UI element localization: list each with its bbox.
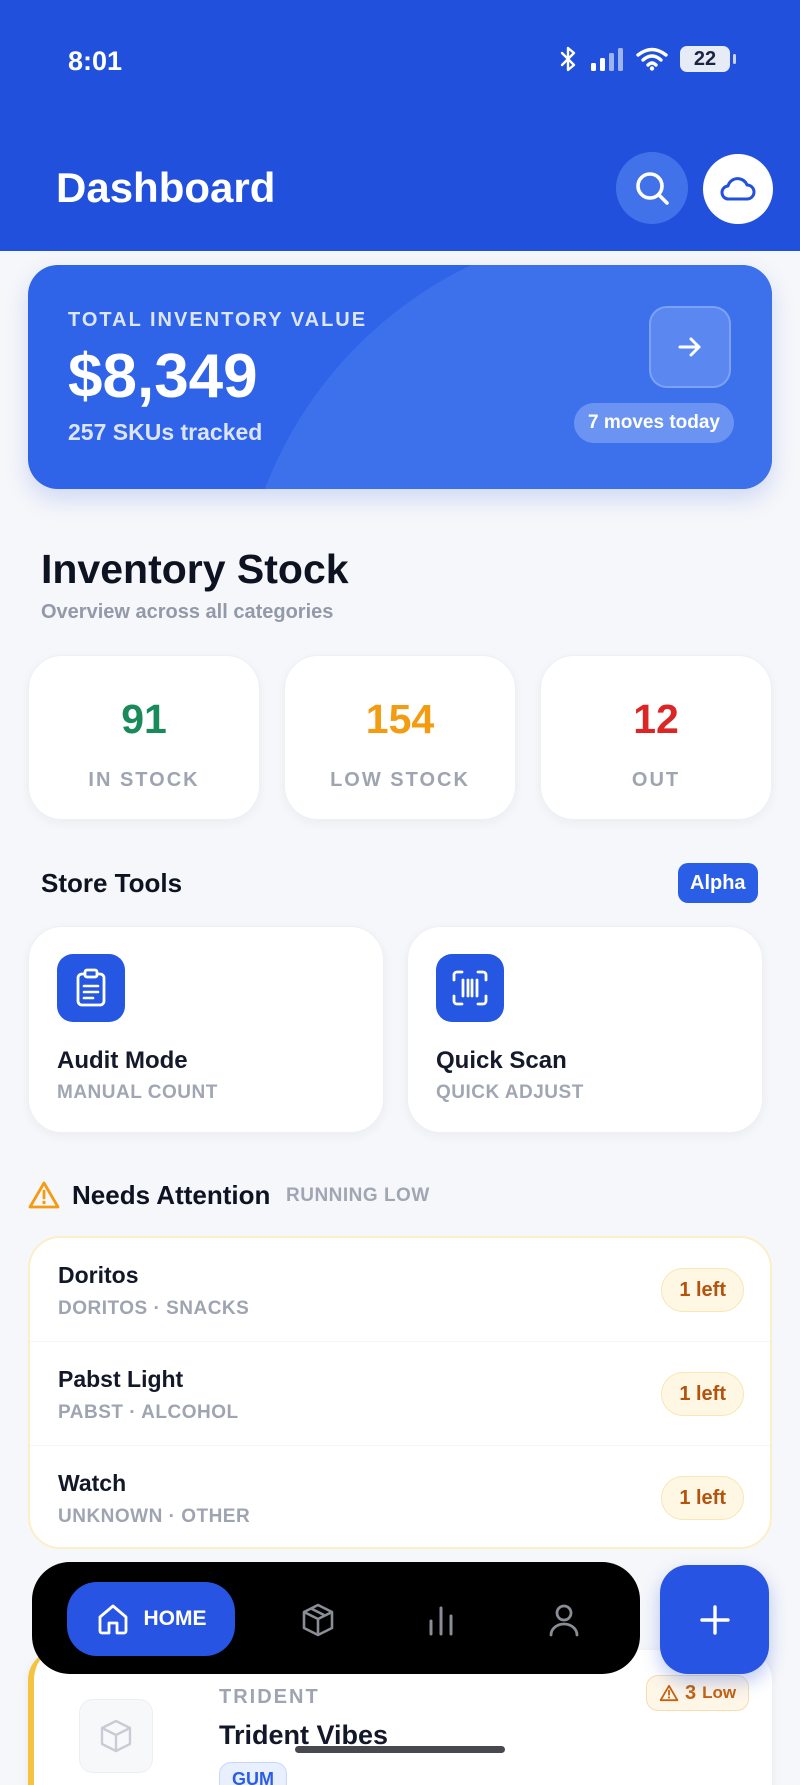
clipboard-icon	[76, 968, 106, 1007]
inventory-value-card[interactable]: TOTAL INVENTORY VALUE $8,349 257 SKUs tr…	[28, 265, 772, 489]
stock-left-badge: 1 left	[661, 1372, 744, 1416]
warning-icon	[28, 1181, 60, 1209]
item-meta: UNKNOWN · OTHER	[58, 1506, 251, 1527]
item-meta: DORITOS · SNACKS	[58, 1298, 250, 1319]
app-header: 8:01 22 Dashboard	[0, 0, 800, 251]
needs-attention-list: Doritos DORITOS · SNACKS 1 left Pabst Li…	[28, 1236, 772, 1549]
product-brand: TRIDENT	[219, 1686, 320, 1708]
running-low-tag: RUNNING LOW	[286, 1185, 430, 1206]
stock-left-badge: 1 left	[661, 1476, 744, 1520]
low-stock-count: 3	[685, 1681, 697, 1704]
skus-tracked: 257 SKUs tracked	[68, 419, 263, 445]
chart-icon	[429, 1606, 453, 1636]
profile-icon	[549, 1604, 579, 1637]
box-icon	[302, 1603, 334, 1637]
tool-subtitle: QUICK ADJUST	[436, 1082, 584, 1103]
stat-value: 154	[365, 696, 435, 742]
stock-left-badge: 1 left	[661, 1268, 744, 1312]
nav-profile[interactable]	[544, 1600, 584, 1640]
page-title: Dashboard	[56, 164, 276, 211]
plus-icon	[699, 1604, 730, 1635]
stat-in-stock[interactable]: 91 IN STOCK	[28, 655, 260, 820]
search-icon	[636, 172, 669, 205]
list-item[interactable]: Watch UNKNOWN · OTHER 1 left	[30, 1446, 770, 1547]
audit-mode-button[interactable]: Audit Mode MANUAL COUNT	[28, 926, 384, 1133]
item-name: Doritos	[58, 1262, 139, 1288]
bottom-nav: HOME	[32, 1562, 640, 1674]
nav-home[interactable]: HOME	[67, 1582, 235, 1656]
box-icon	[100, 1719, 132, 1753]
list-item[interactable]: Doritos DORITOS · SNACKS 1 left	[30, 1238, 770, 1342]
inventory-value: $8,349	[68, 342, 258, 411]
bluetooth-icon	[560, 46, 576, 72]
tool-icon-box	[436, 954, 504, 1022]
wifi-icon	[636, 47, 668, 71]
stat-label: IN STOCK	[88, 769, 200, 791]
home-icon	[98, 1604, 127, 1635]
nav-home-label: HOME	[143, 1607, 207, 1630]
home-indicator[interactable]	[295, 1746, 505, 1753]
stat-low-stock[interactable]: 154 LOW STOCK	[284, 655, 516, 820]
signal-icon	[591, 48, 623, 71]
tool-name: Audit Mode	[57, 1047, 188, 1074]
barcode-scan-icon	[452, 970, 488, 1006]
cloud-icon	[720, 177, 756, 201]
arrow-right-icon	[678, 337, 701, 357]
inventory-stock-title: Inventory Stock	[41, 546, 349, 592]
stat-value: 91	[121, 696, 167, 742]
stat-label: LOW STOCK	[330, 769, 470, 791]
list-item[interactable]: Pabst Light PABST · ALCOHOL 1 left	[30, 1342, 770, 1446]
product-category-tag: GUM	[219, 1762, 287, 1785]
tool-icon-box	[57, 954, 125, 1022]
battery-indicator: 22	[680, 46, 736, 72]
status-icons: 22	[558, 46, 736, 72]
nav-reports[interactable]	[421, 1600, 461, 1640]
item-meta: PABST · ALCOHOL	[58, 1402, 239, 1423]
low-stock-word: Low	[702, 1683, 737, 1702]
quick-scan-button[interactable]: Quick Scan QUICK ADJUST	[407, 926, 763, 1133]
inventory-value-label: TOTAL INVENTORY VALUE	[68, 309, 368, 331]
tool-name: Quick Scan	[436, 1047, 567, 1074]
stat-value: 12	[633, 696, 679, 742]
low-stock-badge: 3 Low	[646, 1675, 750, 1711]
item-name: Watch	[58, 1470, 127, 1496]
product-thumbnail	[79, 1699, 153, 1773]
nav-inventory[interactable]	[298, 1600, 338, 1640]
open-inventory-button[interactable]	[649, 306, 731, 388]
stat-out[interactable]: 12 OUT	[540, 655, 772, 820]
alpha-badge: Alpha	[678, 863, 758, 903]
stat-label: OUT	[631, 769, 681, 791]
needs-attention-title: Needs Attention	[72, 1180, 271, 1210]
tool-subtitle: MANUAL COUNT	[57, 1082, 218, 1103]
store-tools-title: Store Tools	[41, 868, 183, 898]
cloud-sync-button[interactable]	[703, 154, 773, 224]
add-item-button[interactable]	[660, 1565, 769, 1674]
status-time: 8:01	[68, 46, 123, 76]
item-name: Pabst Light	[58, 1366, 184, 1392]
moves-today-badge: 7 moves today	[574, 403, 734, 443]
inventory-stock-subtitle: Overview across all categories	[41, 601, 334, 623]
warning-icon	[659, 1684, 679, 1702]
search-button[interactable]	[616, 152, 688, 224]
